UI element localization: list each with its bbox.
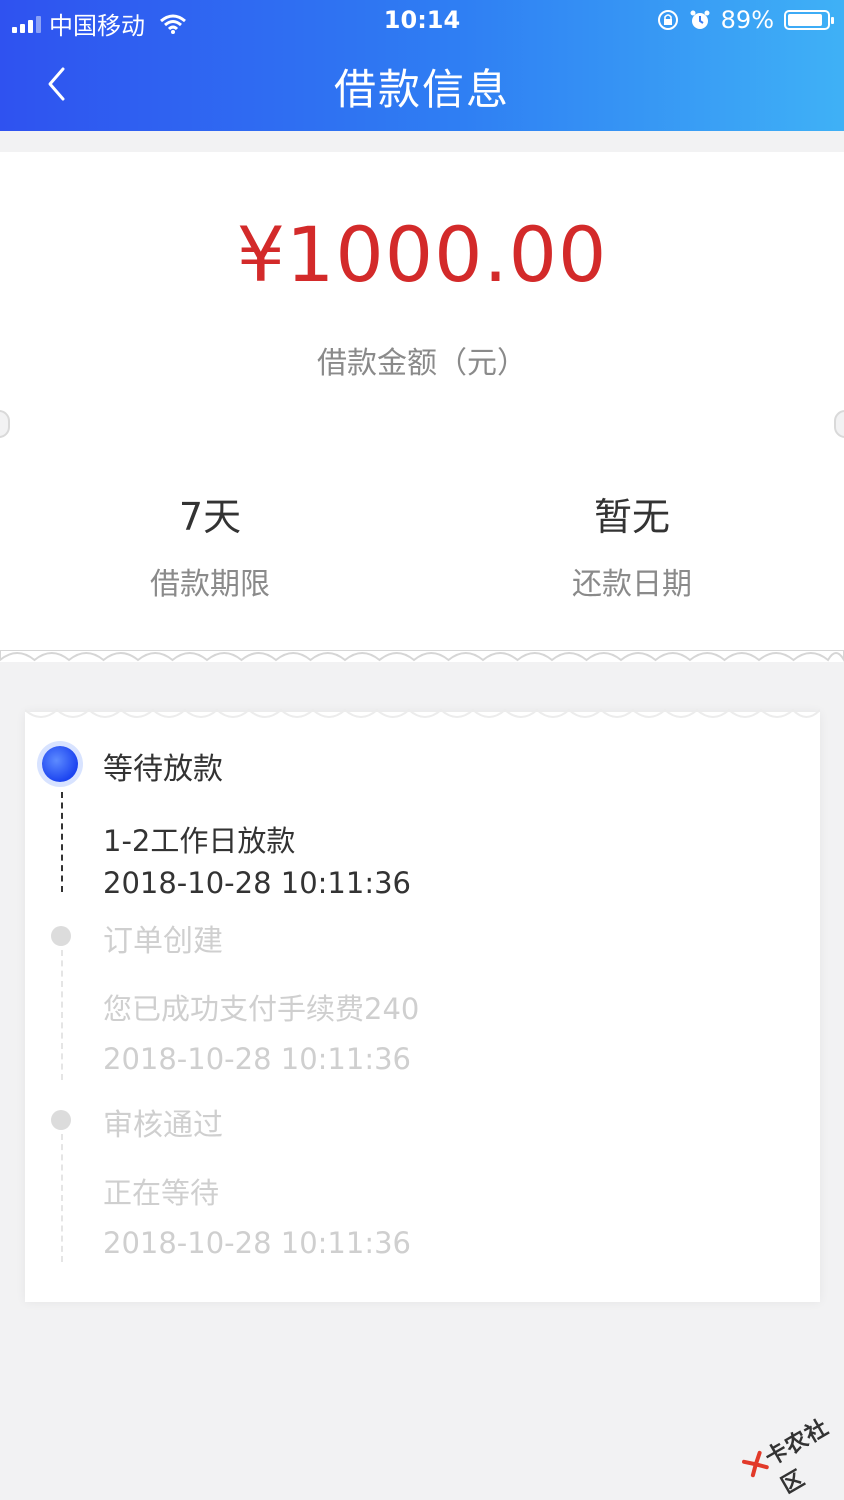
active-step-dot [42,746,78,782]
loan-term-label: 借款期限 [150,567,270,602]
step-time: 2018-10-28 10:11:36 [103,1226,411,1260]
loan-amount: ¥1000.00 [236,210,608,299]
repay-date-label: 还款日期 [572,567,692,602]
timeline-step-1: 等待放款 1-2工作日放款 2018-10-28 10:11:36 [103,744,411,900]
repay-date: 暂无 还款日期 [492,486,772,603]
alarm-icon [690,10,710,29]
scalloped-edge [0,650,844,663]
step-desc: 正在等待 [103,1176,220,1210]
battery-percent: 89% [720,6,774,34]
watermark-text: 卡农社区 [761,1415,834,1499]
step-title: 审核通过 [103,1108,223,1143]
ticket-notch-left [0,410,10,438]
loan-term-value: 7天 [178,495,242,539]
timeline-connector [61,1134,63,1262]
timeline-step-3: 审核通过 正在等待 2018-10-28 10:11:36 [103,1100,411,1260]
battery-level [788,14,822,26]
app-header: 中国移动 10:14 89% 借款信息 [0,0,844,131]
step-desc: 您已成功支付手续费240 [103,992,420,1026]
watermark: 卡农社区 [731,1398,844,1499]
step-time: 2018-10-28 10:11:36 [103,1042,411,1076]
step-title: 等待放款 [103,752,223,787]
timeline-connector [61,792,63,892]
status-bar: 中国移动 10:14 89% [0,0,844,44]
step-time: 2018-10-28 10:11:36 [103,866,411,900]
status-timeline: 等待放款 1-2工作日放款 2018-10-28 10:11:36 订单创建 您… [25,708,820,1302]
timeline-step-2: 订单创建 您已成功支付手续费240 2018-10-28 10:11:36 [103,916,419,1076]
step-dot-3 [51,1110,71,1130]
timeline-connector [61,950,63,1080]
loan-summary-card: ¥1000.00 借款金额（元） 7天 借款期限 暂无 还款日期 [0,152,844,662]
battery-icon [784,10,834,30]
step-desc: 1-2工作日放款 [103,824,296,858]
page-title: 借款信息 [333,65,510,114]
ticket-notch-right [834,410,844,438]
step-dot-2 [51,926,71,946]
step-title: 订单创建 [103,924,223,959]
status-right: 89% [657,6,834,34]
orientation-lock-icon [657,10,678,30]
loan-term: 7天 借款期限 [70,486,350,603]
repay-date-value: 暂无 [593,495,670,539]
loan-amount-label: 借款金额（元） [317,346,527,381]
timeline-top-edge [25,708,820,718]
